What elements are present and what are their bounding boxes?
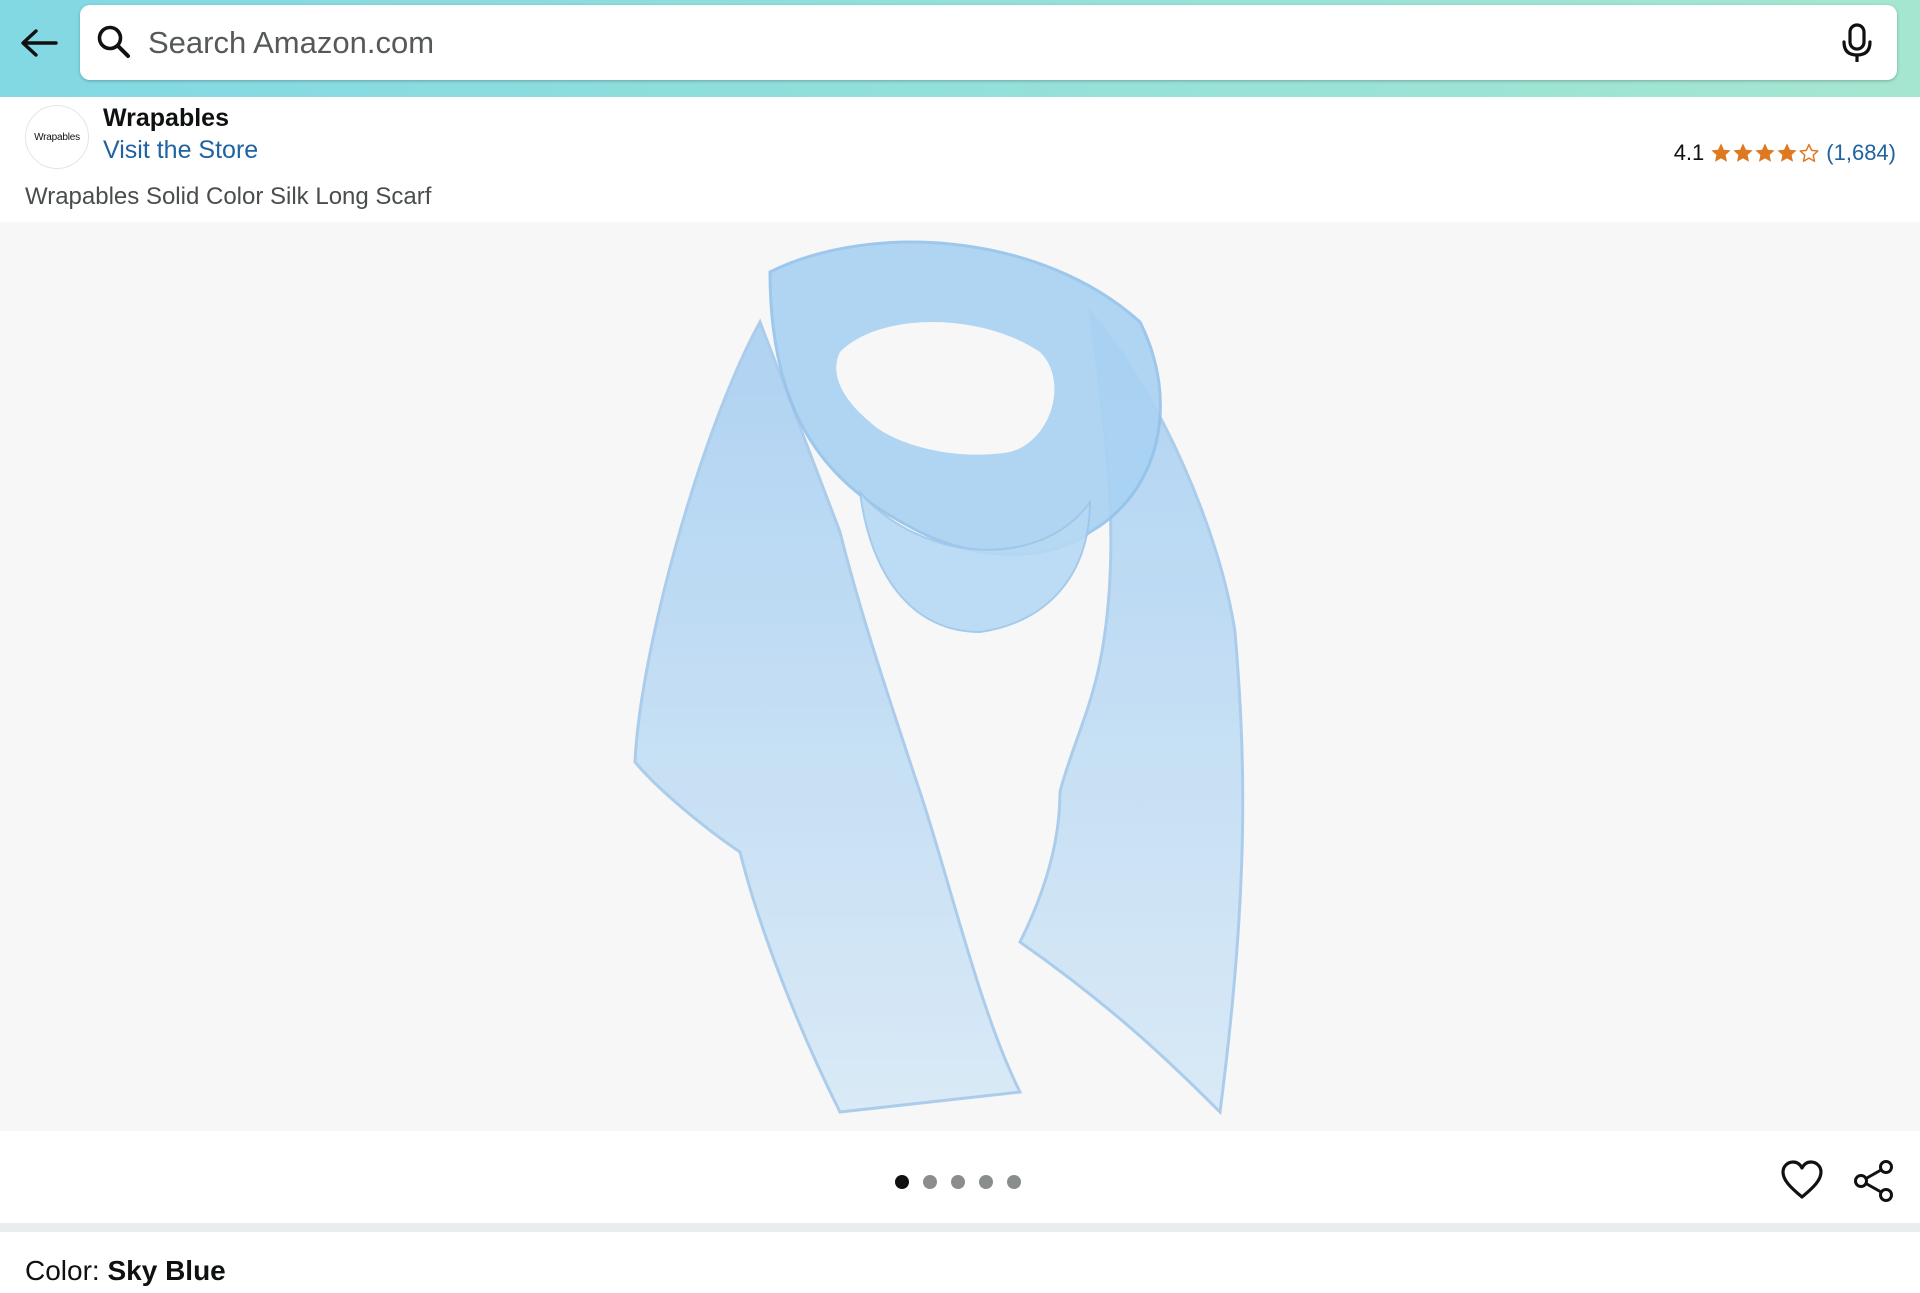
star-full-icon xyxy=(1733,143,1753,162)
star-rating xyxy=(1710,142,1820,164)
share-icon[interactable] xyxy=(1852,1159,1896,1203)
pagination-dot-1[interactable] xyxy=(895,1175,909,1189)
back-button[interactable] xyxy=(14,18,64,68)
rating-value: 4.1 xyxy=(1673,140,1705,165)
gallery-controls xyxy=(0,1131,1920,1223)
brand-logo[interactable]: Wrapables xyxy=(25,105,89,169)
brand-name: Wrapables xyxy=(103,104,229,132)
star-full-icon xyxy=(1777,143,1797,162)
search-input[interactable] xyxy=(146,15,1806,70)
heart-icon[interactable] xyxy=(1780,1159,1824,1201)
image-pagination xyxy=(895,1175,1021,1189)
star-empty-icon xyxy=(1799,143,1819,162)
color-selection: Color: Sky Blue xyxy=(25,1255,226,1287)
microphone-icon[interactable] xyxy=(1837,22,1877,64)
pagination-dot-2[interactable] xyxy=(923,1175,937,1189)
top-search-bar xyxy=(0,0,1920,97)
search-box[interactable] xyxy=(80,5,1897,80)
visit-store-link[interactable]: Visit the Store xyxy=(103,136,258,165)
rating-summary[interactable]: 4.1 (1,684) xyxy=(1674,140,1896,166)
star-full-icon xyxy=(1711,143,1731,162)
arrow-left-icon xyxy=(21,29,58,57)
pagination-dot-4[interactable] xyxy=(979,1175,993,1189)
product-title: Wrapables Solid Color Silk Long Scarf xyxy=(25,183,432,210)
pagination-dot-5[interactable] xyxy=(1007,1175,1021,1189)
brand-logo-text: Wrapables xyxy=(34,131,80,143)
color-label: Color: xyxy=(25,1255,108,1286)
selected-color-value: Sky Blue xyxy=(107,1255,226,1286)
product-image-gallery[interactable] xyxy=(0,222,1920,1131)
search-icon xyxy=(97,25,130,58)
scarf-image[interactable] xyxy=(620,232,1300,1122)
star-full-icon xyxy=(1755,143,1775,162)
pagination-dot-3[interactable] xyxy=(951,1175,965,1189)
section-divider xyxy=(0,1223,1920,1232)
rating-count-link[interactable]: (1,684) xyxy=(1826,140,1896,166)
